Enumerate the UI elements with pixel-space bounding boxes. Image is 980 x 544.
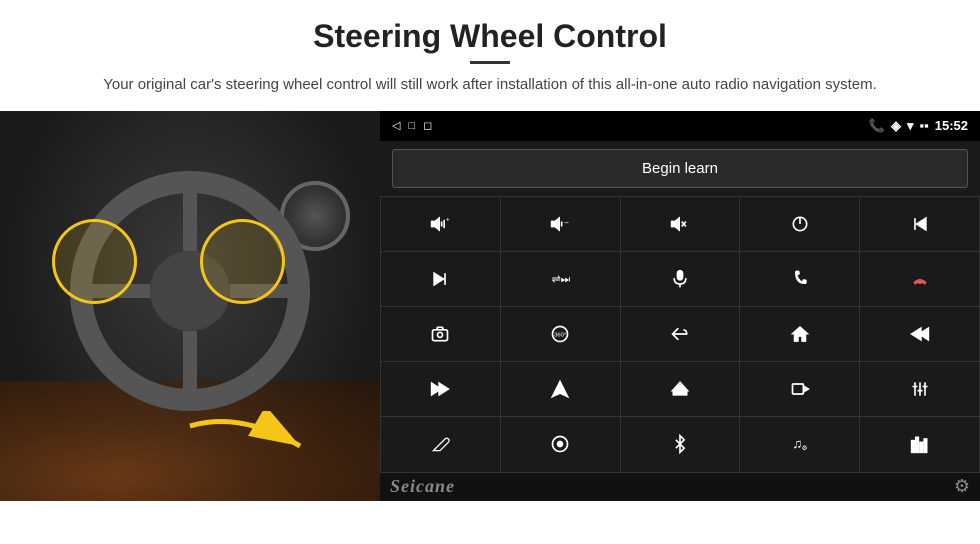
- camera-button[interactable]: [381, 307, 500, 361]
- skip-back-icon: [910, 324, 930, 344]
- shuffle-icon: ⇌⏭: [550, 269, 570, 289]
- skip-back-button[interactable]: [860, 307, 979, 361]
- svg-text:⚙: ⚙: [801, 444, 807, 452]
- home-button[interactable]: [740, 307, 859, 361]
- title-divider: [470, 61, 510, 64]
- location-icon: ◈: [891, 118, 901, 134]
- spoke-bottom: [183, 331, 197, 391]
- phone-icon: [790, 269, 810, 289]
- fast-forward-icon: [430, 379, 450, 399]
- prev-track-button[interactable]: [860, 197, 979, 251]
- eject-icon: [670, 379, 690, 399]
- status-bar: ◁ □ ◻ 📞 ◈ ▾ ▪▪ 15:52: [380, 111, 980, 141]
- back-button[interactable]: [621, 307, 740, 361]
- highlight-circle-right: [200, 219, 285, 304]
- shuffle-button[interactable]: ⇌⏭: [501, 252, 620, 306]
- head-unit-panel: ◁ □ ◻ 📞 ◈ ▾ ▪▪ 15:52 Begin learn + −: [380, 111, 980, 501]
- page-subtitle: Your original car's steering wheel contr…: [90, 74, 890, 97]
- circle-dot-button[interactable]: [501, 417, 620, 471]
- eject-button[interactable]: [621, 362, 740, 416]
- steering-wheel-bg: [0, 111, 380, 501]
- mute-icon: [670, 214, 690, 234]
- circle-dot-icon: [550, 434, 570, 454]
- yellow-arrow: [180, 411, 330, 471]
- svg-text:360°: 360°: [554, 332, 566, 338]
- prev-track-icon: [910, 214, 930, 234]
- svg-text:⇌⏭: ⇌⏭: [552, 273, 570, 285]
- spoke-top: [183, 191, 197, 251]
- phone-button[interactable]: [740, 252, 859, 306]
- steering-wheel-panel: [0, 111, 380, 501]
- time-display: 15:52: [935, 118, 968, 133]
- bluetooth-icon: [670, 434, 690, 454]
- page-header: Steering Wheel Control Your original car…: [0, 0, 980, 107]
- 360-view-button[interactable]: 360°: [501, 307, 620, 361]
- svg-text:−: −: [564, 217, 569, 227]
- bluetooth-button[interactable]: [621, 417, 740, 471]
- vol-up-icon: +: [430, 214, 450, 234]
- content-area: ◁ □ ◻ 📞 ◈ ▾ ▪▪ 15:52 Begin learn + −: [0, 111, 980, 501]
- bars-button[interactable]: [860, 417, 979, 471]
- battery-icon: ▪▪: [920, 118, 929, 133]
- bars-icon: [910, 434, 930, 454]
- bottom-bar: Seicane ⚙: [380, 473, 980, 501]
- begin-learn-button[interactable]: Begin learn: [392, 149, 968, 188]
- status-bar-right: 📞 ◈ ▾ ▪▪ 15:52: [869, 118, 968, 134]
- signal-icon: ▾: [907, 118, 914, 134]
- power-button[interactable]: [740, 197, 859, 251]
- nav-recents-icon[interactable]: ◻: [423, 119, 432, 132]
- equalizer-icon: [910, 379, 930, 399]
- navigate-button[interactable]: [501, 362, 620, 416]
- pen-button[interactable]: [381, 417, 500, 471]
- controls-grid: + − ⇌⏭: [380, 196, 980, 473]
- status-bar-left: ◁ □ ◻: [392, 119, 432, 132]
- mic-icon: [670, 269, 690, 289]
- home-icon: [790, 324, 810, 344]
- hang-up-icon: [910, 269, 930, 289]
- highlight-circle-left: [52, 219, 137, 304]
- settings-gear-icon[interactable]: ⚙: [954, 476, 970, 497]
- next-icon: [430, 269, 450, 289]
- back-icon: [670, 324, 690, 344]
- begin-learn-section: Begin learn: [380, 141, 980, 196]
- mute-button[interactable]: [621, 197, 740, 251]
- record-icon: [790, 379, 810, 399]
- fast-forward-button[interactable]: [381, 362, 500, 416]
- svg-text:+: +: [446, 216, 450, 223]
- next-button[interactable]: [381, 252, 500, 306]
- vol-down-icon: −: [550, 214, 570, 234]
- 360-icon: 360°: [550, 324, 570, 344]
- vol-up-button[interactable]: +: [381, 197, 500, 251]
- camera-icon: [430, 324, 450, 344]
- hang-up-button[interactable]: [860, 252, 979, 306]
- page-title: Steering Wheel Control: [40, 18, 940, 55]
- navigate-icon: [550, 379, 570, 399]
- pen-icon: [430, 434, 450, 454]
- vol-down-button[interactable]: −: [501, 197, 620, 251]
- equalizer-button[interactable]: [860, 362, 979, 416]
- mic-button[interactable]: [621, 252, 740, 306]
- power-icon: [790, 214, 810, 234]
- record-button[interactable]: [740, 362, 859, 416]
- brand-name: Seicane: [390, 476, 455, 497]
- nav-home-icon[interactable]: □: [408, 120, 415, 132]
- music-button[interactable]: ♫⚙: [740, 417, 859, 471]
- music-icon: ♫⚙: [790, 434, 810, 454]
- phone-icon: 📞: [869, 118, 885, 134]
- nav-back-icon[interactable]: ◁: [392, 119, 400, 132]
